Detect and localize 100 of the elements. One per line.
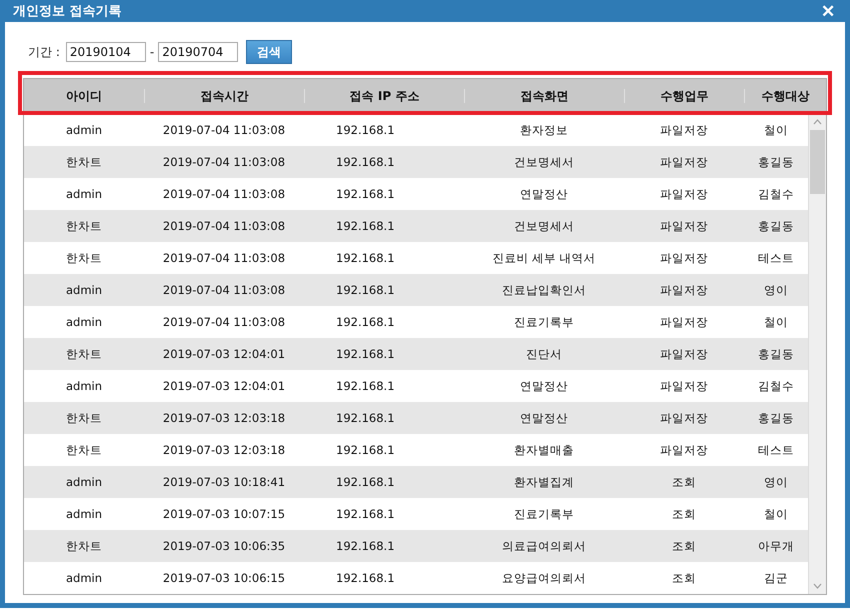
table-cell-text: 192.168.1: [335, 187, 396, 201]
table-cell-text: 192.168.1: [335, 347, 396, 361]
range-separator: -: [150, 45, 154, 59]
table-cell-text: 한차트: [65, 250, 103, 266]
table-cell-text: 2019-07-04 11:03:08: [162, 155, 286, 169]
table-cell-text: 파일저장: [659, 122, 709, 138]
table-cell-text: 진단서: [525, 346, 563, 362]
table-cell-text: admin: [64, 571, 104, 585]
table-cell-text: 2019-07-03 12:03:18: [162, 443, 286, 457]
table-cell-text: 아무개: [757, 538, 795, 554]
table-cell-text: 192.168.1: [335, 443, 396, 457]
table-cell-text: 파일저장: [659, 250, 709, 266]
table-cell-text: 2019-07-03 10:07:15: [162, 507, 286, 521]
table-cell-text: 192.168.1: [335, 123, 396, 137]
table-cell-text: 192.168.1: [335, 507, 396, 521]
table-cell-text: 조회: [671, 570, 697, 586]
table-cell-text: 2019-07-03 12:04:01: [162, 347, 286, 361]
table-cell-text: admin: [64, 123, 104, 137]
table-cell-text: 파일저장: [659, 314, 709, 330]
table-cell-text: 한차트: [65, 442, 103, 458]
table-cell-text: 파일저장: [659, 282, 709, 298]
table-cell-text: 192.168.1: [335, 475, 396, 489]
table-cell-text: 한차트: [65, 538, 103, 554]
table-cell-text: 파일저장: [659, 346, 709, 362]
table-cell-text: admin: [64, 475, 104, 489]
table-cell-text: 진료납입확인서: [501, 282, 587, 298]
table-cell-text: 2019-07-04 11:03:08: [162, 219, 286, 233]
table-cell-text: 192.168.1: [335, 315, 396, 329]
table-cell-text: 파일저장: [659, 154, 709, 170]
scrollbar[interactable]: [808, 114, 826, 594]
table-cell-text: 한차트: [65, 410, 103, 426]
table-cell-text: 환자정보: [519, 122, 569, 138]
table-cell-text: 파일저장: [659, 186, 709, 202]
table-cell-text: 진료비 세부 내역서: [491, 250, 597, 266]
table-cell-text: 환자별집계: [513, 474, 575, 490]
table-cell-text: 의료급여의뢰서: [501, 538, 587, 554]
scroll-down-icon[interactable]: [813, 583, 822, 589]
table-cell-text: 홍길동: [757, 154, 795, 170]
scroll-up-icon[interactable]: [813, 119, 822, 125]
table-cell-text: 2019-07-04 11:03:08: [162, 123, 286, 137]
table-cell-text: 테스트: [757, 442, 795, 458]
table-cell-text: 연말정산: [519, 378, 569, 394]
table-cell-text: 홍길동: [757, 410, 795, 426]
table-cell-text: 파일저장: [659, 410, 709, 426]
table-cell-text: 2019-07-04 11:03:08: [162, 251, 286, 265]
table-cell-text: 파일저장: [659, 218, 709, 234]
table-cell-text: 연말정산: [519, 410, 569, 426]
table-cell-text: 철이: [763, 506, 789, 522]
start-date-field[interactable]: 20190104: [66, 42, 146, 62]
table-cell-text: 192.168.1: [335, 251, 396, 265]
table-cell-text: 영이: [763, 474, 789, 490]
table-cell-text: 192.168.1: [335, 411, 396, 425]
table-cell-text: 192.168.1: [335, 571, 396, 585]
table-cell-text: 환자별매출: [513, 442, 575, 458]
table-cell-text: 영이: [763, 282, 789, 298]
table-cell-text: 조회: [671, 506, 697, 522]
table-cell-text: 2019-07-04 11:03:08: [162, 283, 286, 297]
table-cell-text: 192.168.1: [335, 155, 396, 169]
table-cell-text: 192.168.1: [335, 379, 396, 393]
table-cell-text: 요양급여의뢰서: [501, 570, 587, 586]
window-title: 개인정보 접속기록: [13, 3, 122, 20]
table-cell-text: 파일저장: [659, 378, 709, 394]
table-cell-text: 한차트: [65, 218, 103, 234]
table-cell-text: 테스트: [757, 250, 795, 266]
table-cell-text: 2019-07-03 10:06:35: [162, 539, 286, 553]
table-cell-text: admin: [64, 283, 104, 297]
table-cell-text: 홍길동: [757, 218, 795, 234]
table-cell-text: 2019-07-03 10:18:41: [162, 475, 286, 489]
table-cell-text: 2019-07-04 11:03:08: [162, 187, 286, 201]
table-cell-text: 진료기록부: [513, 314, 575, 330]
table-cell-text: 2019-07-04 11:03:08: [162, 315, 286, 329]
close-button[interactable]: ✕: [819, 0, 837, 22]
column-header: 접속화면: [464, 89, 624, 103]
column-header: 아이디: [65, 89, 103, 103]
table-cell-text: 조회: [671, 538, 697, 554]
table-cell-text: 건보명세서: [513, 218, 575, 234]
table-cell-text: 192.168.1: [335, 219, 396, 233]
table-cell-text: 홍길동: [757, 346, 795, 362]
table-cell-text: 192.168.1: [335, 283, 396, 297]
column-header: 접속시간: [144, 89, 304, 103]
end-date-field[interactable]: 20190704: [158, 42, 238, 62]
period-label: 기간 :: [28, 44, 60, 60]
table-cell-text: 건보명세서: [513, 154, 575, 170]
table-cell-text: 192.168.1: [335, 539, 396, 553]
table-cell-text: admin: [64, 379, 104, 393]
column-header: 수행대상: [744, 89, 826, 103]
table-cell-text: 김철수: [757, 378, 795, 394]
table-cell-text: 한차트: [65, 346, 103, 362]
table-cell-text: 철이: [763, 122, 789, 138]
column-header: 수행업무: [624, 89, 744, 103]
column-header: 접속 IP 주소: [304, 89, 464, 103]
scrollbar-thumb[interactable]: [810, 130, 825, 194]
table-cell-text: 2019-07-03 10:06:15: [162, 571, 286, 585]
table-cell-text: 김철수: [757, 186, 795, 202]
table-cell-text: 파일저장: [659, 442, 709, 458]
table-cell-text: 2019-07-03 12:04:01: [162, 379, 286, 393]
table-cell-text: admin: [64, 507, 104, 521]
table-cell-text: 진료기록부: [513, 506, 575, 522]
table-cell-text: 조회: [671, 474, 697, 490]
table-cell-text: 한차트: [65, 154, 103, 170]
